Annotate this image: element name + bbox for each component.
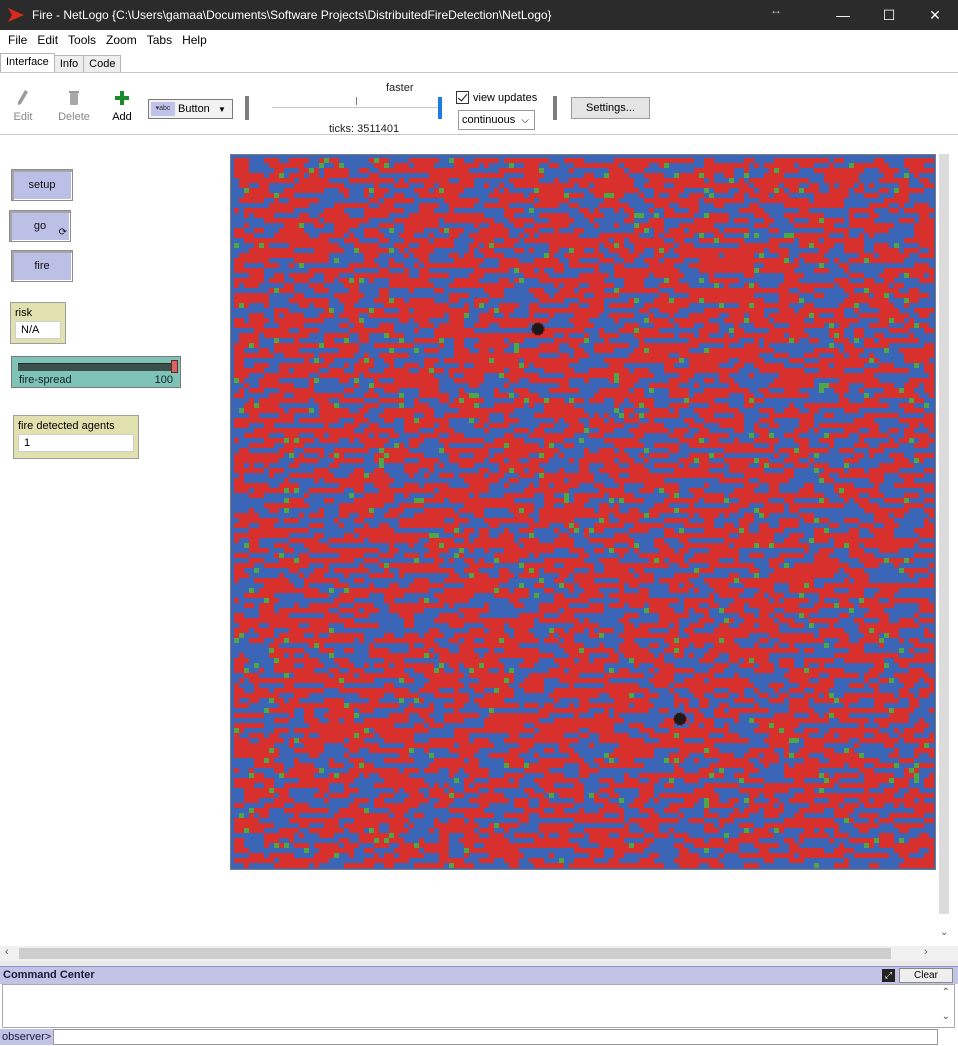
vertical-scrollbar-thumb[interactable] — [939, 154, 949, 914]
view-updates-checkbox[interactable] — [456, 91, 469, 104]
menu-zoom[interactable]: Zoom — [101, 33, 142, 47]
add-tool-button[interactable]: Add — [102, 89, 142, 123]
title-bar: Fire - NetLogo {C:\Users\gamaa\Documents… — [0, 0, 958, 30]
vertical-scrollbar[interactable]: ⌄ — [937, 154, 951, 944]
window-title: Fire - NetLogo {C:\Users\gamaa\Documents… — [32, 8, 552, 22]
scroll-down-arrow-icon[interactable]: ⌄ — [942, 1011, 950, 1022]
view-updates-label: view updates — [473, 91, 538, 104]
risk-monitor: risk N/A — [10, 302, 66, 344]
scroll-up-arrow-icon[interactable]: ⌃ — [942, 987, 950, 998]
command-input-row: observer> — [0, 1028, 958, 1046]
fire-spread-slider-thumb[interactable] — [171, 360, 178, 373]
fire-spread-slider[interactable]: fire-spread 100 — [11, 356, 181, 388]
expand-icon[interactable]: ⤢ — [882, 969, 895, 982]
fire-detected-monitor-label: fire detected agents — [18, 420, 115, 432]
scroll-left-arrow-icon[interactable]: ‹ — [5, 946, 9, 958]
widget-type-select[interactable]: ▾abc Button ▼ — [148, 99, 233, 119]
world-view[interactable] — [230, 154, 936, 870]
edit-tool-label: Edit — [13, 111, 33, 123]
tab-info[interactable]: Info — [53, 55, 85, 72]
menu-tools[interactable]: Tools — [63, 33, 101, 47]
widget-type-label: Button — [178, 103, 210, 115]
command-input[interactable] — [53, 1029, 938, 1045]
tab-code[interactable]: Code — [83, 55, 122, 72]
command-center-header: Command Center ⤢ Clear — [0, 966, 958, 984]
tab-strip: Interface Info Code — [0, 52, 122, 72]
speed-slider-center-tick — [356, 97, 357, 105]
speed-slider-thumb[interactable] — [438, 97, 442, 119]
settings-button[interactable]: Settings... — [571, 97, 650, 119]
toolbar-separator — [245, 96, 249, 120]
risk-monitor-label: risk — [15, 307, 33, 319]
fire-detected-monitor: fire detected agents 1 — [13, 415, 139, 459]
update-mode-value: continuous — [462, 114, 516, 126]
go-button-label: go — [33, 220, 47, 232]
delete-tool-button[interactable]: Delete — [54, 89, 94, 123]
trash-icon — [69, 91, 79, 105]
plus-icon — [115, 91, 129, 105]
toolbar-separator — [553, 96, 557, 120]
minimize-button[interactable]: — — [820, 0, 866, 30]
fire-button[interactable]: fire — [11, 250, 73, 282]
fire-button-label: fire — [34, 260, 50, 272]
interface-toolbar: Edit Delete Add ▾abc Button ▼ faster tic… — [0, 73, 958, 135]
go-button[interactable]: go ⟳ — [9, 210, 71, 242]
world-grid[interactable] — [234, 158, 934, 868]
risk-monitor-value: N/A — [15, 321, 61, 339]
scroll-right-arrow-icon[interactable]: › — [924, 946, 928, 958]
fire-spread-slider-track[interactable] — [18, 363, 176, 371]
add-tool-label: Add — [112, 111, 132, 123]
view-updates-toggle[interactable]: view updates — [456, 91, 537, 104]
menu-bar: File Edit Tools Zoom Tabs Help — [0, 30, 958, 50]
button-widget-icon: ▾abc — [151, 102, 175, 116]
pencil-icon — [18, 90, 28, 105]
command-center-title: Command Center — [3, 969, 95, 981]
menu-file[interactable]: File — [3, 33, 32, 47]
resize-arrows-icon: ↔ — [770, 3, 782, 17]
menu-edit[interactable]: Edit — [32, 33, 63, 47]
clear-button[interactable]: Clear — [899, 968, 953, 983]
update-mode-select[interactable]: continuous ⌵ — [458, 110, 535, 130]
fire-detection-agent[interactable] — [531, 322, 545, 336]
scroll-down-arrow-icon[interactable]: ⌄ — [940, 927, 948, 938]
netlogo-logo-icon — [8, 8, 24, 22]
close-button[interactable]: ✕ — [912, 0, 958, 30]
tab-interface[interactable]: Interface — [0, 53, 55, 72]
tick-counter: ticks: 3511401 — [329, 123, 400, 135]
maximize-button[interactable]: ☐ — [866, 0, 912, 30]
delete-tool-label: Delete — [58, 111, 90, 123]
fire-detected-monitor-value: 1 — [18, 434, 134, 452]
forever-loop-icon: ⟳ — [58, 227, 67, 238]
fire-spread-slider-label: fire-spread — [19, 374, 72, 386]
chevron-down-icon: ▼ — [218, 104, 226, 114]
horizontal-scrollbar-thumb[interactable] — [19, 948, 891, 959]
speed-label: faster — [386, 82, 414, 94]
command-center-output[interactable]: ⌃ ⌄ — [2, 984, 955, 1028]
chevron-down-icon: ⌵ — [521, 114, 529, 126]
menu-help[interactable]: Help — [177, 33, 212, 47]
interface-canvas: setup go ⟳ fire risk N/A fire-spread 100… — [0, 136, 958, 946]
setup-button-label: setup — [28, 179, 56, 191]
fire-spread-slider-value: 100 — [154, 374, 173, 386]
speed-slider-track[interactable] — [272, 107, 442, 108]
observer-selector[interactable]: observer> — [0, 1029, 54, 1045]
fire-detection-agent[interactable] — [673, 712, 687, 726]
horizontal-scrollbar[interactable]: ‹ › — [0, 946, 958, 961]
edit-tool-button[interactable]: Edit — [3, 89, 43, 123]
menu-tabs[interactable]: Tabs — [142, 33, 177, 47]
setup-button[interactable]: setup — [11, 169, 73, 201]
